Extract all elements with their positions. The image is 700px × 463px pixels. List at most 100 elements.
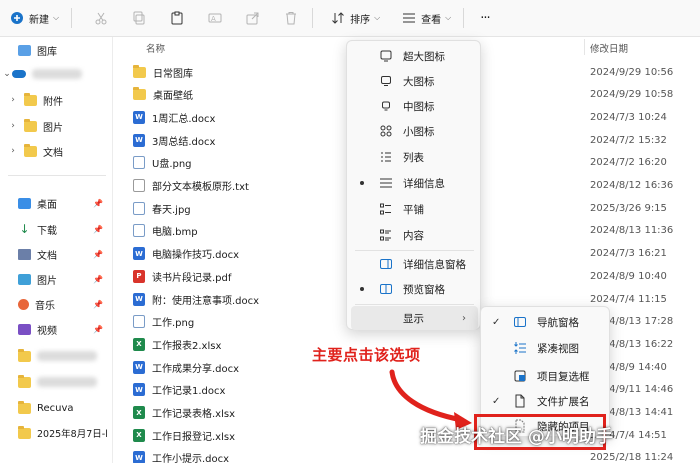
file-icon	[513, 394, 527, 408]
sidebar-item-redacted-2[interactable]	[0, 371, 113, 393]
table-row[interactable]: W 工作小提示.docx 2025/2/18 11:24	[133, 447, 693, 463]
docx-file-icon: W	[133, 451, 145, 463]
menu-item-large-icons[interactable]: 大图标	[347, 69, 482, 93]
grid-icon	[379, 124, 393, 138]
menu-item-label: 超大图标	[403, 50, 445, 63]
watermark-text: 掘金技术社区 @小明助手	[420, 427, 613, 447]
file-name: 3周总结.docx	[152, 136, 216, 148]
sidebar-item-onedrive[interactable]: ⌄	[0, 63, 113, 85]
img-file-icon	[133, 156, 145, 170]
file-name: 附：使用注意事项.docx	[152, 295, 260, 307]
sidebar-item-dated-folder[interactable]: 2025年8月7日-l	[0, 422, 113, 444]
rename-button[interactable]: A	[202, 4, 228, 32]
menu-item-content[interactable]: 内容	[347, 223, 482, 247]
sidebar-item-desktop[interactable]: 桌面 📌	[0, 192, 113, 214]
file-modified-date: 2024/7/3 16:21	[590, 248, 667, 260]
sidebar-item-pictures-onedrive[interactable]: › 图片	[0, 115, 113, 137]
menu-item-preview-pane[interactable]: 预览窗格	[347, 277, 482, 301]
sidebar-item-redacted-1[interactable]	[0, 345, 113, 367]
file-modified-date: 2024/9/29 10:56	[590, 66, 674, 78]
toolbar-divider	[312, 8, 314, 28]
chevron-down-icon[interactable]: ⌄	[2, 69, 12, 79]
pin-icon[interactable]: 📌	[93, 199, 103, 208]
menu-item-list[interactable]: 列表	[347, 145, 482, 169]
video-icon	[18, 323, 31, 335]
cut-button[interactable]	[88, 4, 114, 32]
picture-icon	[18, 273, 31, 285]
submenu-item-item-checkboxes[interactable]: 项目复选框	[481, 363, 611, 389]
menu-item-label: 平铺	[403, 203, 424, 216]
sidebar-item-recuva[interactable]: Recuva	[0, 397, 113, 419]
txt-file-icon	[133, 179, 145, 192]
sidebar-item-videos[interactable]: 视频 📌	[0, 318, 113, 340]
selected-indicator	[360, 287, 364, 291]
menu-item-label: 详细信息	[403, 177, 445, 190]
compact-view-icon	[513, 341, 527, 355]
column-header-modified[interactable]: 修改日期	[590, 41, 628, 55]
plus-icon	[10, 11, 24, 25]
img-file-icon	[133, 201, 145, 215]
sidebar-item-label: 视频	[37, 325, 57, 337]
pin-icon[interactable]: 📌	[93, 300, 103, 309]
view-menu: 超大图标 大图标 中图标 小图标 列表 详细信息 平铺 内容 详细信息窗格 预览…	[346, 40, 481, 330]
file-modified-date: 2024/7/4 11:15	[590, 293, 667, 305]
view-button[interactable]: 查看 ⌵	[396, 4, 457, 32]
copy-button[interactable]	[126, 4, 152, 32]
file-name: U盘.png	[152, 159, 192, 171]
docx-file-icon: W	[133, 110, 145, 124]
folder-icon	[24, 143, 37, 157]
pin-icon[interactable]: 📌	[93, 225, 103, 234]
submenu-item-navigation-pane[interactable]: ✓ 导航窗格	[481, 309, 611, 335]
menu-item-details-pane[interactable]: 详细信息窗格	[347, 252, 482, 276]
docx-file-icon: W	[133, 133, 145, 147]
menu-item-small-icons[interactable]: 小图标	[347, 119, 482, 143]
file-name: 部分文本模板原形.txt	[152, 182, 249, 193]
menu-item-extra-large-icons[interactable]: 超大图标	[347, 44, 482, 68]
delete-button[interactable]	[278, 4, 304, 32]
chevron-down-icon: ⌵	[374, 13, 381, 22]
pin-icon[interactable]: 📌	[93, 250, 103, 259]
submenu-item-compact-view[interactable]: 紧凑视图	[481, 335, 611, 361]
menu-item-tiles[interactable]: 平铺	[347, 197, 482, 221]
file-name: 电脑操作技巧.docx	[152, 250, 240, 262]
selected-indicator	[360, 181, 364, 185]
file-name: 春天.jpg	[152, 204, 191, 216]
monitor-icon	[379, 74, 393, 88]
sidebar-item-pictures[interactable]: 图片 📌	[0, 268, 113, 290]
share-button[interactable]	[240, 4, 266, 32]
new-button[interactable]: 新建 ⌵	[4, 4, 65, 32]
sort-icon	[331, 11, 345, 25]
sidebar-item-attachments[interactable]: › 附件	[0, 89, 113, 111]
music-icon	[18, 298, 29, 310]
sidebar-item-documents-onedrive[interactable]: › 文档	[0, 140, 113, 162]
sidebar-item-gallery[interactable]: 图库	[0, 39, 113, 61]
menu-item-show[interactable]: 显示 ›	[351, 306, 478, 330]
chevron-right-icon[interactable]: ›	[8, 146, 18, 156]
menu-item-details[interactable]: 详细信息	[347, 171, 482, 195]
redacted-folder-name	[37, 351, 97, 361]
chevron-right-icon[interactable]: ›	[8, 121, 18, 131]
pin-icon[interactable]: 📌	[93, 325, 103, 334]
sidebar-item-label: Recuva	[37, 402, 74, 414]
file-name: 工作.png	[152, 318, 195, 330]
sort-button[interactable]: 排序 ⌵	[325, 4, 386, 32]
chevron-right-icon[interactable]: ›	[8, 95, 18, 105]
more-options-button[interactable]: ···	[474, 4, 495, 32]
sidebar-item-music[interactable]: 音乐 📌	[0, 293, 113, 315]
sidebar-divider	[8, 175, 106, 176]
clipboard-icon	[170, 11, 184, 25]
submenu-item-label: 紧凑视图	[537, 342, 579, 355]
paste-button[interactable]	[164, 4, 190, 32]
column-header-name[interactable]: 名称	[146, 41, 165, 55]
column-divider[interactable]	[584, 39, 585, 55]
new-button-label: 新建	[29, 14, 49, 26]
redacted-account-name	[32, 69, 82, 79]
sidebar-item-documents[interactable]: 文档 📌	[0, 243, 113, 265]
menu-item-medium-icons[interactable]: 中图标	[347, 94, 482, 118]
submenu-item-file-extensions[interactable]: ✓ 文件扩展名	[481, 388, 611, 414]
scissors-icon	[94, 11, 108, 25]
file-name: 工作记录表格.xlsx	[152, 409, 236, 420]
sidebar-item-downloads[interactable]: ↓ 下载 📌	[0, 218, 113, 240]
pane-icon	[379, 282, 393, 296]
pin-icon[interactable]: 📌	[93, 275, 103, 284]
